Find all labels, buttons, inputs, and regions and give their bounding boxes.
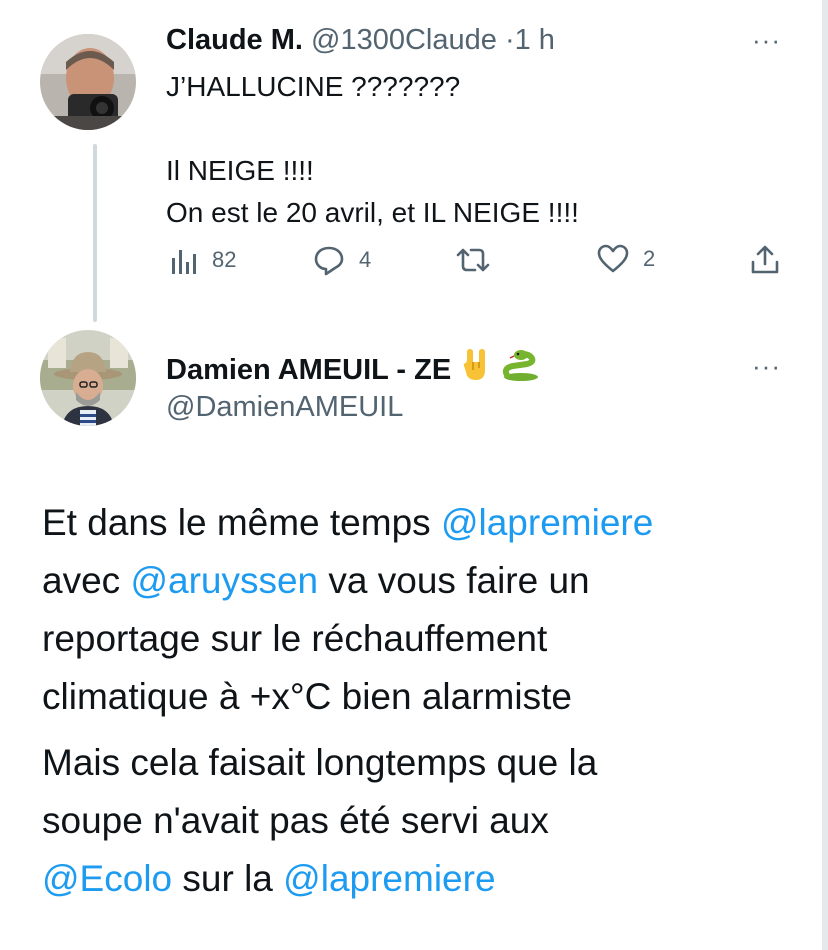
avatar-claude[interactable]: [40, 34, 136, 130]
main-tweet-text: Et dans le même temps @lapremiere avec @…: [42, 494, 653, 908]
text-line: soupe n'avait pas été servi aux: [42, 800, 549, 841]
replies-count: 4: [359, 247, 372, 272]
share-button[interactable]: [750, 244, 780, 276]
views-icon: [172, 250, 196, 274]
text-segment: avec: [42, 560, 131, 601]
text-line: reportage sur le réchauffement: [42, 618, 548, 659]
window-edge: [822, 0, 828, 950]
paragraph-1: Et dans le même temps @lapremiere avec @…: [42, 494, 653, 726]
reply-icon: [314, 246, 344, 276]
like-button[interactable]: 2: [597, 244, 655, 274]
main-author-handle[interactable]: @DamienAMEUIL: [166, 389, 403, 425]
paragraph-2: Mais cela faisait longtemps que la soupe…: [42, 734, 653, 908]
main-author-name[interactable]: Damien AMEUIL - ZE: [166, 348, 541, 391]
reply-header: Claude M. @1300Claude ·1 h: [166, 22, 555, 58]
mention-link[interactable]: @Ecolo: [42, 858, 172, 899]
share-icon: [751, 245, 779, 274]
text-line: @Ecolo sur la @lapremiere: [42, 850, 653, 908]
reply-button[interactable]: 4: [313, 244, 371, 276]
mention-link[interactable]: @aruyssen: [130, 560, 318, 601]
text-segment: sur la: [172, 858, 284, 899]
reply-author-handle[interactable]: @1300Claude: [311, 24, 505, 56]
mention-link[interactable]: @lapremiere: [441, 502, 653, 543]
likes-count: 2: [643, 246, 656, 271]
text-segment: va vous faire un: [318, 560, 590, 601]
retweet-button[interactable]: [455, 244, 505, 276]
thread-line: [93, 144, 97, 322]
time-separator: ·: [504, 24, 515, 56]
reply-text-blank: [166, 108, 579, 150]
reply-text-line: J’HALLUCINE ???????: [166, 71, 461, 102]
reply-time[interactable]: 1 h: [515, 24, 555, 56]
avatar-damien[interactable]: [40, 330, 136, 426]
text-line: climatique à +x°C bien alarmiste: [42, 676, 572, 717]
reply-text-line: Il NEIGE !!!!: [166, 155, 314, 186]
reply-author-name[interactable]: Claude M.: [166, 24, 303, 56]
retweet-icon: [456, 248, 490, 272]
text-line: Et dans le même temps @lapremiere: [42, 494, 653, 552]
mention-link[interactable]: @lapremiere: [283, 858, 495, 899]
rock-hand-icon: [461, 348, 491, 391]
reply-text: J’HALLUCINE ??????? Il NEIGE !!!! On est…: [166, 66, 579, 234]
text-segment: Et dans le même temps: [42, 502, 441, 543]
views-count: 82: [212, 247, 237, 272]
main-more-icon[interactable]: ···: [752, 353, 781, 379]
main-author-name-text: Damien AMEUIL - ZE: [166, 353, 452, 386]
text-line: Mais cela faisait longtemps que la: [42, 742, 598, 783]
text-line: avec @aruyssen va vous faire un: [42, 552, 653, 610]
like-icon: [597, 244, 629, 273]
views-button[interactable]: 82: [170, 244, 236, 276]
reply-more-icon[interactable]: ···: [752, 27, 781, 53]
reply-text-line: On est le 20 avril, et IL NEIGE !!!!: [166, 197, 579, 228]
snake-icon: [501, 348, 541, 391]
